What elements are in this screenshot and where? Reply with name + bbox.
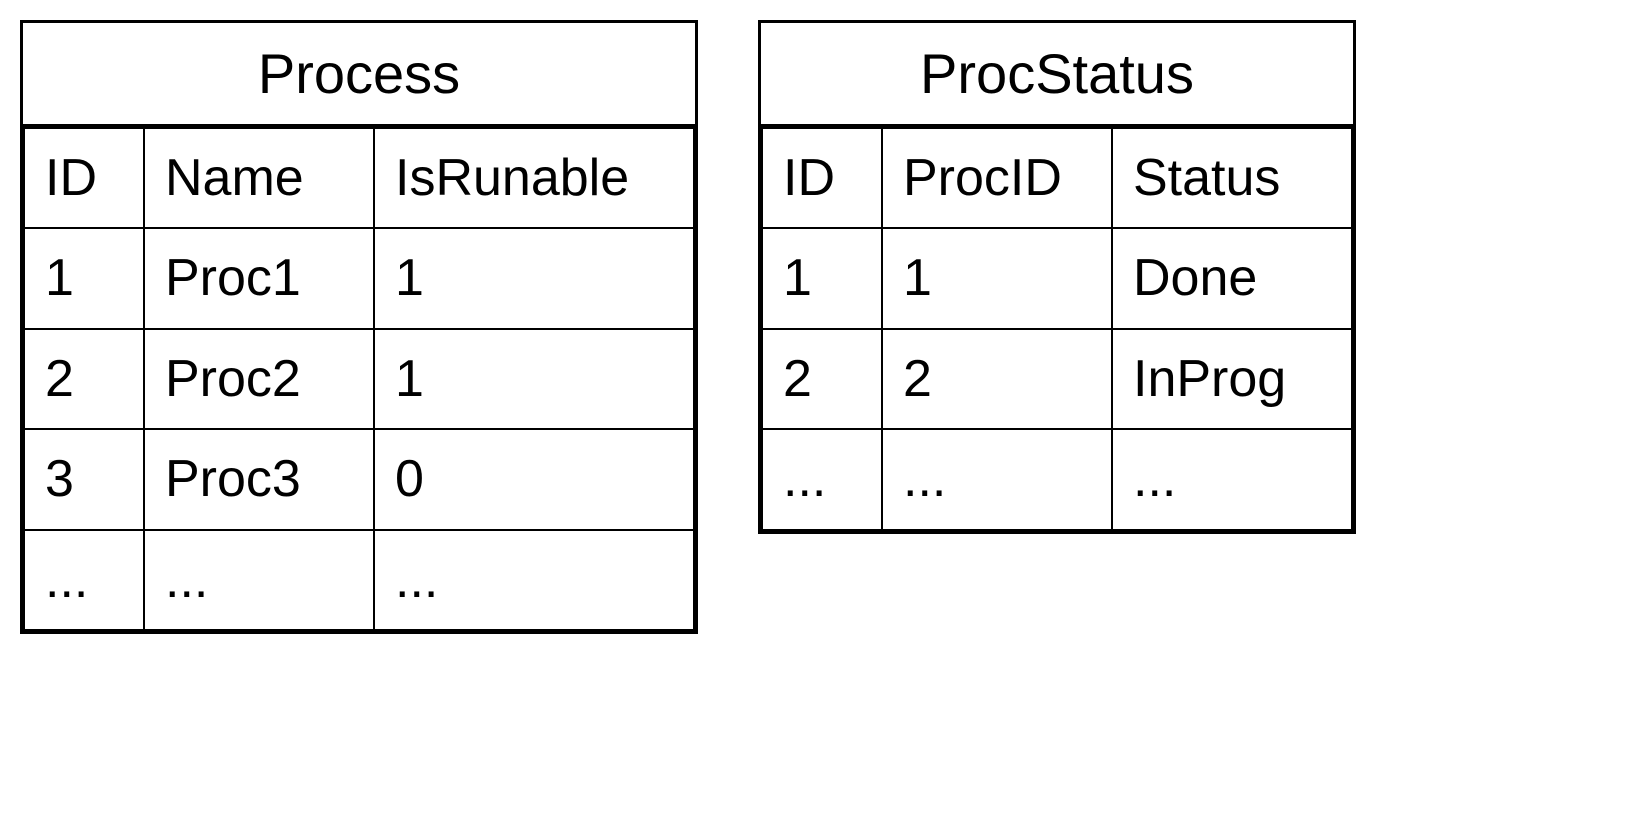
table-cell: ... [1112, 429, 1352, 529]
table-header-row: ID Name IsRunable [24, 128, 694, 228]
table-cell: ... [144, 530, 374, 630]
table-cell: ... [882, 429, 1112, 529]
table-cell: InProg [1112, 329, 1352, 429]
table-cell: 2 [24, 329, 144, 429]
table-cell: Proc3 [144, 429, 374, 529]
table-cell: 3 [24, 429, 144, 529]
table-row: 2 Proc2 1 [24, 329, 694, 429]
table-cell: ... [762, 429, 882, 529]
table-row: ... ... ... [24, 530, 694, 630]
table-cell: 1 [762, 228, 882, 328]
procstatus-table-container: ProcStatus ID ProcID Status 1 1 Done 2 2… [758, 20, 1356, 534]
table-row: 1 1 Done [762, 228, 1352, 328]
table-cell: 0 [374, 429, 694, 529]
column-header: Name [144, 128, 374, 228]
table-cell: Proc1 [144, 228, 374, 328]
column-header: IsRunable [374, 128, 694, 228]
process-table-title: Process [23, 23, 695, 127]
table-cell: 2 [762, 329, 882, 429]
table-cell: 1 [374, 329, 694, 429]
table-row: ... ... ... [762, 429, 1352, 529]
table-cell: 1 [374, 228, 694, 328]
table-cell: Done [1112, 228, 1352, 328]
column-header: ID [762, 128, 882, 228]
table-cell: Proc2 [144, 329, 374, 429]
procstatus-table-title: ProcStatus [761, 23, 1353, 127]
table-cell: 1 [882, 228, 1112, 328]
table-cell: 1 [24, 228, 144, 328]
process-table-container: Process ID Name IsRunable 1 Proc1 1 2 Pr… [20, 20, 698, 634]
column-header: Status [1112, 128, 1352, 228]
process-table: ID Name IsRunable 1 Proc1 1 2 Proc2 1 3 … [23, 127, 695, 631]
table-cell: ... [24, 530, 144, 630]
table-cell: ... [374, 530, 694, 630]
table-cell: 2 [882, 329, 1112, 429]
column-header: ID [24, 128, 144, 228]
table-header-row: ID ProcID Status [762, 128, 1352, 228]
column-header: ProcID [882, 128, 1112, 228]
table-row: 1 Proc1 1 [24, 228, 694, 328]
table-row: 2 2 InProg [762, 329, 1352, 429]
procstatus-table: ID ProcID Status 1 1 Done 2 2 InProg ...… [761, 127, 1353, 531]
table-row: 3 Proc3 0 [24, 429, 694, 529]
